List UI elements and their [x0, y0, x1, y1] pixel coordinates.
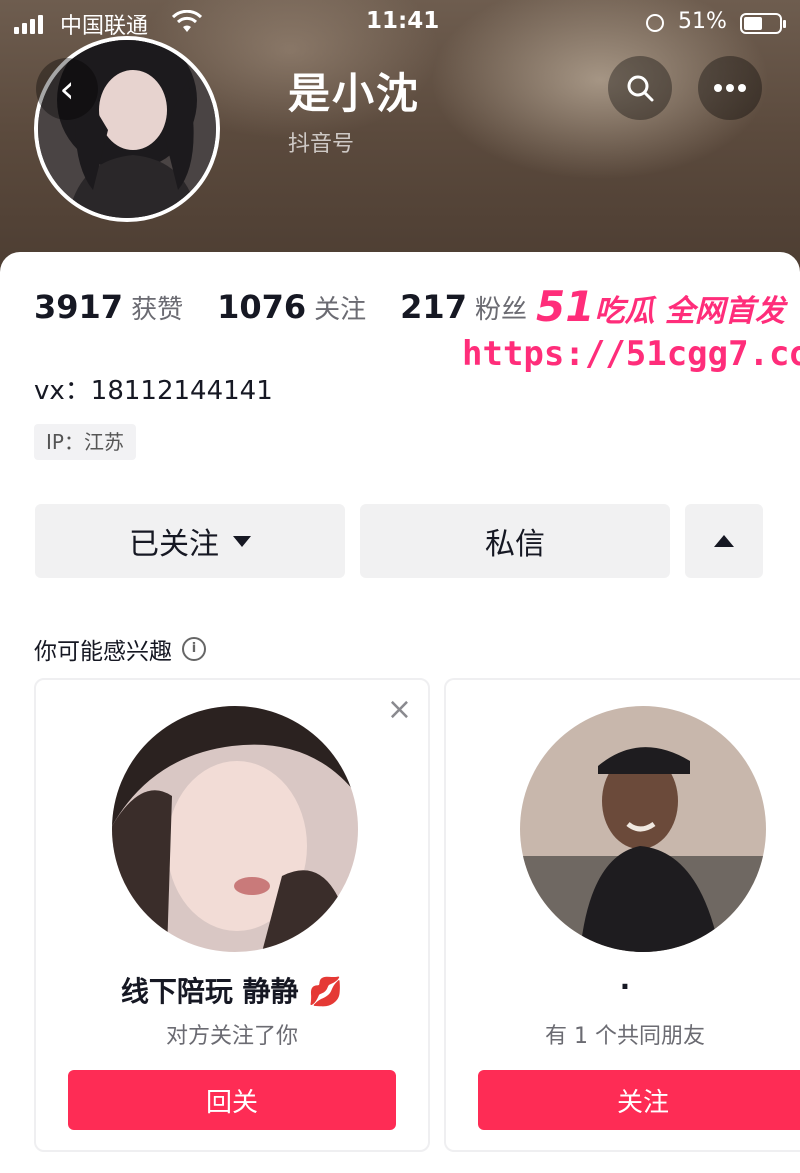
- search-icon: [627, 75, 654, 102]
- watermark-url: https://51cgg7.com: [462, 334, 800, 374]
- recommend-title: 你可能感兴趣 i: [34, 632, 206, 666]
- message-button[interactable]: 私信: [360, 504, 670, 578]
- caret-down-icon: [233, 535, 251, 547]
- stat-likes[interactable]: 3917 获赞: [34, 288, 183, 326]
- follow-back-button[interactable]: 回关: [68, 1070, 396, 1130]
- caret-up-icon: [714, 535, 734, 547]
- close-icon[interactable]: ×: [387, 692, 412, 727]
- stat-number: 1076: [217, 288, 307, 326]
- wifi-icon: [172, 10, 202, 32]
- stat-label: 粉丝: [474, 295, 527, 325]
- stat-label: 关注: [314, 295, 367, 325]
- watermark-number: 51: [536, 282, 595, 331]
- profile-name: 是小沈: [288, 69, 421, 118]
- info-icon[interactable]: i: [182, 637, 206, 661]
- search-button[interactable]: [608, 56, 672, 120]
- battery-percent: 51%: [678, 9, 727, 34]
- follow-button[interactable]: 关注: [478, 1070, 800, 1130]
- battery-icon: [740, 13, 786, 34]
- more-dots-icon: [714, 84, 746, 92]
- watermark-text: 吃瓜 全网首发: [594, 294, 785, 329]
- recommend-title-text: 你可能感兴趣: [34, 639, 172, 665]
- avatar-photo: [112, 706, 358, 952]
- stat-number: 3917: [34, 288, 124, 326]
- carrier-name: 中国联通: [60, 14, 149, 39]
- recommend-name: 线下陪玩 静静 💋: [36, 970, 428, 1010]
- back-button[interactable]: ‹: [36, 58, 98, 120]
- recommend-avatar[interactable]: [520, 706, 766, 952]
- recommend-avatar[interactable]: [112, 706, 358, 952]
- profile-id-label: 抖音号: [288, 132, 355, 157]
- stat-number: 217: [400, 288, 467, 326]
- following-label: 已关注: [129, 527, 219, 562]
- recommend-subtitle: 对方关注了你: [165, 1024, 298, 1049]
- expand-recommendations-button[interactable]: [685, 504, 763, 578]
- more-options-button[interactable]: [698, 56, 762, 120]
- recommend-subtitle: 有 1 个共同朋友: [545, 1024, 705, 1049]
- message-label: 私信: [485, 527, 545, 562]
- recommend-card[interactable]: · 有 1 个共同朋友 关注: [444, 678, 800, 1152]
- profile-stats: 3917 获赞 1076 关注 217 粉丝: [34, 288, 561, 328]
- avatar-photo: [520, 706, 766, 952]
- stat-following[interactable]: 1076 关注: [217, 288, 366, 326]
- rotation-lock-icon: [646, 14, 664, 32]
- clock: 11:41: [366, 8, 440, 34]
- chevron-left-icon: ‹: [59, 67, 75, 111]
- following-button[interactable]: 已关注: [35, 504, 345, 578]
- profile-bio: vx：18112144141: [34, 376, 273, 406]
- lips-emoji-icon: 💋: [308, 975, 344, 1008]
- ip-location-tag: IP：江苏: [34, 424, 136, 460]
- stat-followers[interactable]: 217 粉丝: [400, 288, 527, 326]
- recommend-card[interactable]: × 线下陪玩 静静 💋 对方关注了你 回关: [34, 678, 430, 1152]
- recommend-name-text: 线下陪玩 静静: [120, 975, 299, 1008]
- watermark-logo: 51吃瓜 全网首发: [536, 282, 785, 331]
- recommend-name: ·: [619, 970, 631, 1003]
- stat-label: 获赞: [131, 295, 184, 325]
